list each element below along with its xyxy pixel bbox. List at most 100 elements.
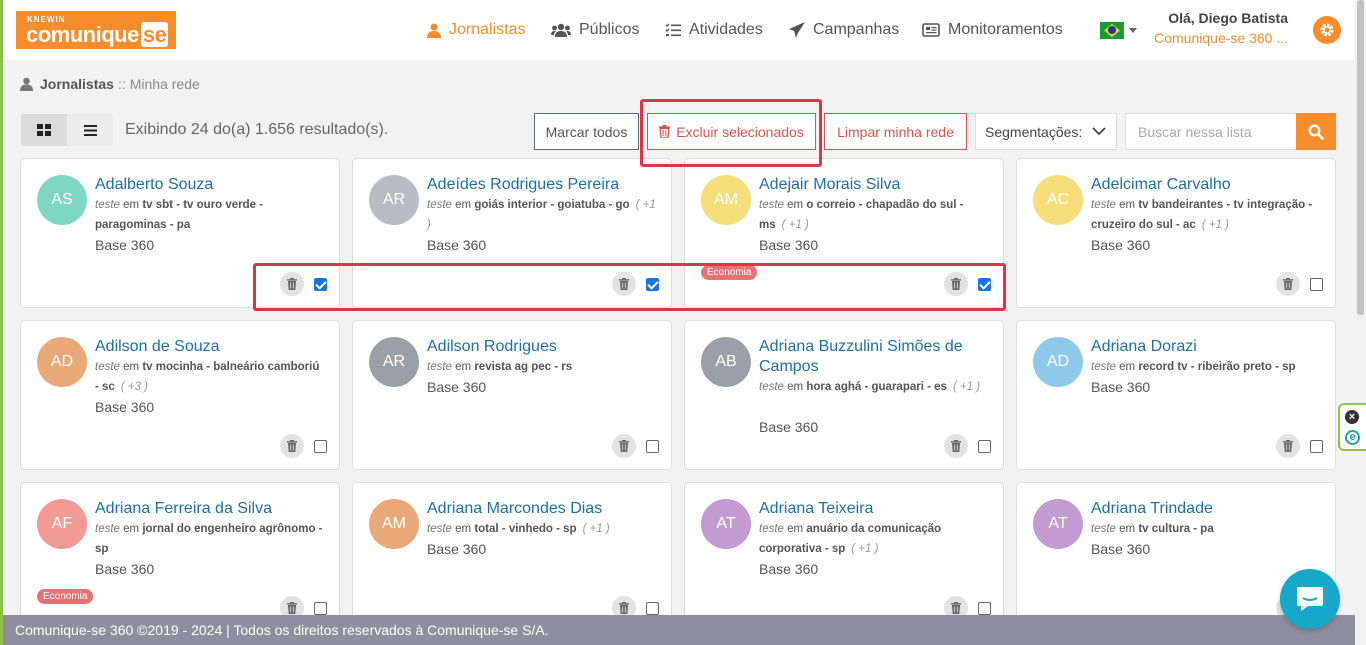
nav-atividades[interactable]: Atividades bbox=[665, 19, 763, 41]
journalist-name[interactable]: Adejair Morais Silva bbox=[759, 175, 997, 195]
avatar: AR bbox=[369, 337, 419, 387]
journalist-role: teste em tv bandeirantes - tv integração… bbox=[1091, 195, 1321, 235]
nav-jornalistas[interactable]: Jornalistas bbox=[427, 19, 525, 41]
remove-button[interactable] bbox=[612, 434, 636, 458]
journalist-name[interactable]: Adilson Rodrigues bbox=[427, 337, 665, 357]
outlet-text: record tv - ribeirão preto - sp bbox=[1138, 361, 1296, 373]
breadcrumb-main[interactable]: Jornalistas bbox=[40, 76, 114, 92]
journalist-card[interactable]: AB Adriana Buzzulini Simões de Campos test… bbox=[684, 320, 1004, 470]
journalist-card[interactable]: AM Adejair Morais Silva teste em o correio… bbox=[684, 158, 1004, 308]
mark-all-button[interactable]: Marcar todos bbox=[534, 113, 639, 150]
journalist-card[interactable]: AD Adilson de Souza teste em tv mocinha - … bbox=[20, 320, 340, 470]
base-label: Base 360 bbox=[95, 561, 155, 577]
journalist-name[interactable]: Adalberto Souza bbox=[95, 175, 333, 195]
remove-button[interactable] bbox=[944, 272, 968, 296]
journalist-name[interactable]: Adriana Teixeira bbox=[759, 499, 997, 519]
close-icon[interactable]: × bbox=[1345, 410, 1359, 424]
more-outlets-count[interactable]: ( +1 ) bbox=[953, 381, 980, 393]
journalist-card[interactable]: AC Adelcimar Carvalho teste em tv bandeira… bbox=[1016, 158, 1336, 308]
nav-publicos[interactable]: Públicos bbox=[551, 19, 639, 41]
trash-icon bbox=[951, 440, 961, 452]
nav-campanhas[interactable]: Campanhas bbox=[789, 19, 899, 41]
scrollbar-thumb[interactable] bbox=[1357, 0, 1364, 315]
role-text: teste bbox=[427, 361, 452, 373]
e-icon[interactable]: e bbox=[1345, 430, 1360, 445]
more-outlets-count[interactable]: ( +1 ) bbox=[1202, 219, 1229, 231]
settings-button[interactable] bbox=[1313, 16, 1341, 44]
journalist-card[interactable]: AM Adriana Marcondes Dias teste em total -… bbox=[352, 482, 672, 622]
role-connector: em bbox=[1119, 523, 1136, 535]
avatar: AC bbox=[1033, 175, 1083, 225]
role-connector: em bbox=[1119, 361, 1136, 373]
journalist-name[interactable]: Adriana Buzzulini Simões de Campos bbox=[759, 337, 997, 377]
select-checkbox[interactable] bbox=[646, 440, 659, 453]
remove-button[interactable] bbox=[280, 434, 304, 458]
journalist-name[interactable]: Adriana Marcondes Dias bbox=[427, 499, 665, 519]
role-connector: em bbox=[787, 381, 804, 393]
journalist-card[interactable]: AS Adalberto Souza teste em tv sbt - tv ou… bbox=[20, 158, 340, 308]
select-checkbox[interactable] bbox=[314, 440, 327, 453]
select-checkbox[interactable] bbox=[978, 440, 991, 453]
more-outlets-count[interactable]: ( +1 ) bbox=[782, 219, 809, 231]
search-button[interactable] bbox=[1296, 113, 1336, 150]
user-greeting[interactable]: Olá, Diego Batista bbox=[1168, 10, 1288, 26]
logo-comunique: comunique bbox=[26, 22, 139, 47]
remove-button[interactable] bbox=[612, 272, 636, 296]
more-outlets-count[interactable]: ( +1 ) bbox=[851, 543, 878, 555]
segmentation-select[interactable]: Segmentações: bbox=[975, 113, 1117, 150]
base-label: Base 360 bbox=[427, 237, 487, 253]
journalist-card[interactable]: AD Adriana Dorazi teste em record tv - rib… bbox=[1016, 320, 1336, 470]
select-checkbox[interactable] bbox=[1310, 278, 1323, 291]
outlet-text: total - vinhedo - sp bbox=[474, 523, 577, 535]
more-outlets-count[interactable]: ( +1 ) bbox=[583, 523, 610, 535]
role-connector: em bbox=[123, 199, 140, 211]
journalist-card[interactable]: AT Adriana Teixeira teste em anuário da co… bbox=[684, 482, 1004, 622]
remove-button[interactable] bbox=[280, 272, 304, 296]
remove-button[interactable] bbox=[1276, 272, 1300, 296]
journalist-card[interactable]: AF Adriana Ferreira da Silva teste em jorn… bbox=[20, 482, 340, 622]
clear-network-button[interactable]: Limpar minha rede bbox=[824, 113, 967, 150]
select-checkbox[interactable] bbox=[314, 602, 327, 615]
remove-button[interactable] bbox=[1276, 434, 1300, 458]
page-scrollbar[interactable] bbox=[1355, 0, 1366, 645]
avatar: AM bbox=[369, 499, 419, 549]
journalist-name[interactable]: Adriana Dorazi bbox=[1091, 337, 1329, 357]
role-connector: em bbox=[787, 523, 804, 535]
grid-view-button[interactable] bbox=[21, 114, 67, 146]
outlet-text: revista ag pec - rs bbox=[474, 361, 573, 373]
chevron-down-icon[interactable] bbox=[1129, 28, 1137, 33]
journalist-name[interactable]: Adriana Ferreira da Silva bbox=[95, 499, 333, 519]
journalist-card[interactable]: AR Adilson Rodrigues teste em revista ag p… bbox=[352, 320, 672, 470]
delete-selected-button[interactable]: Excluir selecionados bbox=[647, 113, 816, 150]
select-checkbox[interactable] bbox=[1310, 440, 1323, 453]
select-checkbox[interactable] bbox=[314, 278, 327, 291]
user-organization[interactable]: Comunique-se 360 ... bbox=[1154, 30, 1288, 46]
brazil-flag-icon[interactable] bbox=[1100, 22, 1124, 39]
journalist-name[interactable]: Adilson de Souza bbox=[95, 337, 333, 357]
outlet-text: tv sbt - tv ouro verde - bbox=[142, 199, 264, 211]
search-input[interactable] bbox=[1125, 113, 1297, 150]
nav-atividades-label: Atividades bbox=[689, 21, 763, 38]
side-widget[interactable]: × e bbox=[1338, 403, 1366, 451]
role-connector: em bbox=[1119, 199, 1136, 211]
select-checkbox[interactable] bbox=[978, 278, 991, 291]
more-outlets-count[interactable]: ( +3 ) bbox=[121, 381, 148, 393]
journalist-name[interactable]: Adelcimar Carvalho bbox=[1091, 175, 1329, 195]
outlet-text-continued: ms bbox=[759, 219, 776, 231]
remove-button[interactable] bbox=[944, 434, 968, 458]
journalist-card[interactable]: AR Adeídes Rodrigues Pereira teste em goiá… bbox=[352, 158, 672, 308]
chat-button[interactable] bbox=[1280, 569, 1340, 629]
list-view-button[interactable] bbox=[67, 114, 113, 146]
comunique-se-logo[interactable]: KNEWIN comunique se bbox=[16, 11, 176, 49]
breadcrumb-separator: :: bbox=[117, 76, 126, 92]
nav-monitoramentos[interactable]: Monitoramentos bbox=[922, 19, 1063, 41]
mark-all-label: Marcar todos bbox=[545, 123, 628, 140]
journalist-name[interactable]: Adeídes Rodrigues Pereira bbox=[427, 175, 665, 195]
base-label: Base 360 bbox=[759, 419, 819, 435]
select-checkbox[interactable] bbox=[978, 602, 991, 615]
select-checkbox[interactable] bbox=[646, 602, 659, 615]
role-text: teste bbox=[95, 523, 120, 535]
journalist-name[interactable]: Adriana Trindade bbox=[1091, 499, 1329, 519]
trash-icon bbox=[287, 440, 297, 452]
select-checkbox[interactable] bbox=[646, 278, 659, 291]
